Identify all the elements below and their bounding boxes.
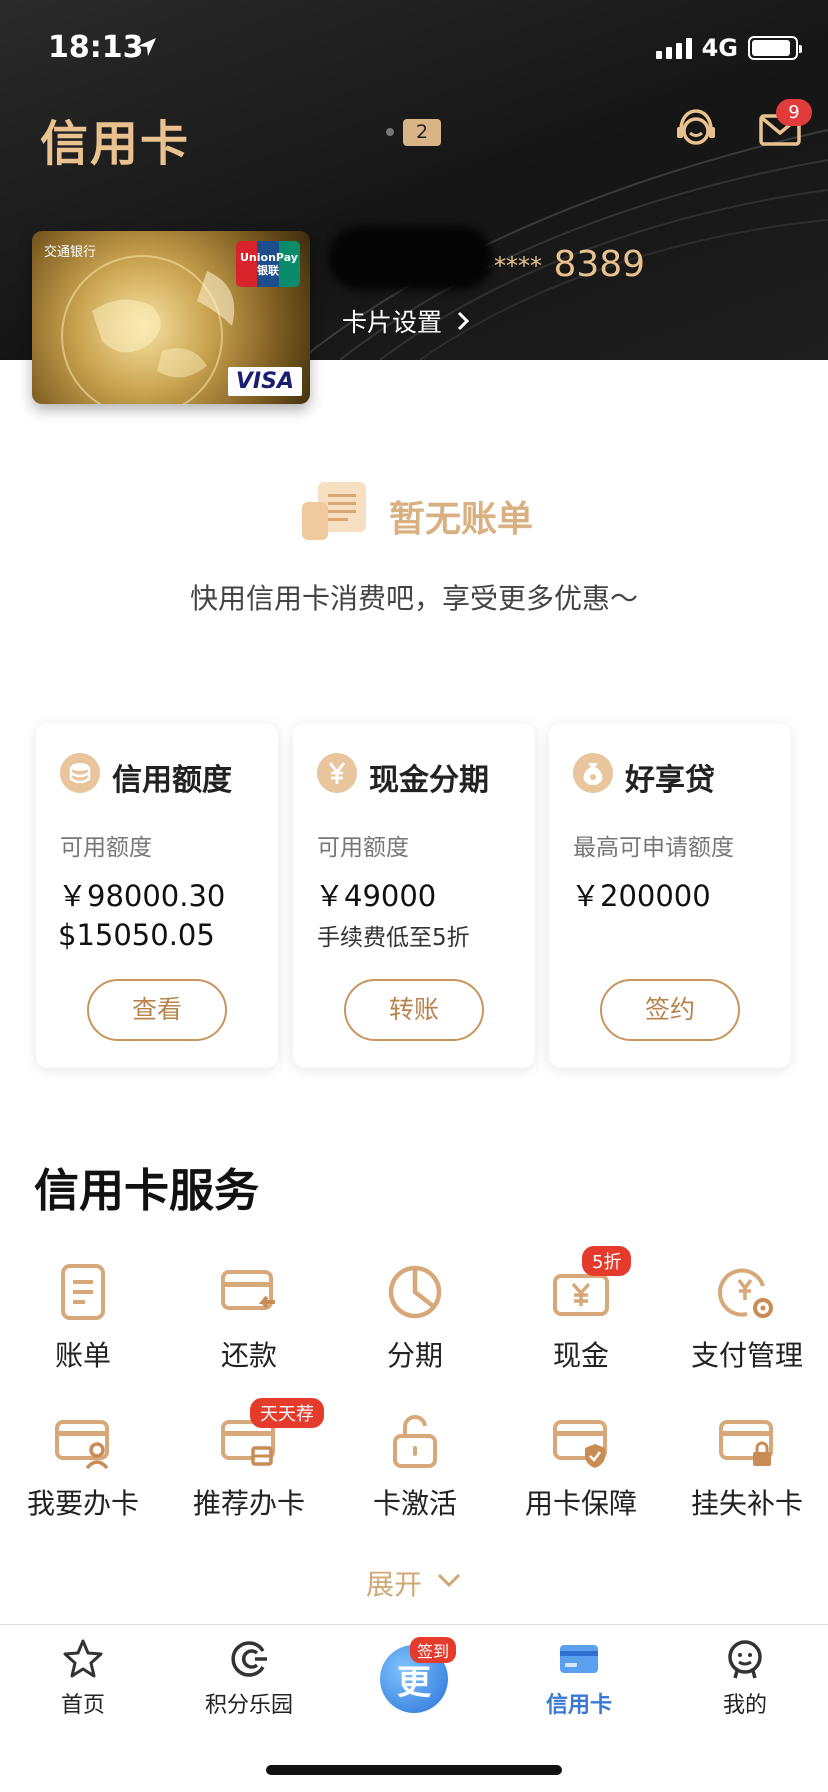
battery-icon [748,36,802,60]
service-repay[interactable]: 还款 [166,1262,332,1374]
service-label: 用卡保障 [524,1487,637,1520]
nav-label: 信用卡 [545,1693,612,1718]
page-dot[interactable] [386,128,394,136]
services-section-title: 信用卡服务 [34,1164,260,1217]
nav-points[interactable]: 积分乐园 [166,1637,332,1719]
service-label: 还款 [220,1339,277,1372]
repay-icon [221,1270,275,1310]
service-label: 我要办卡 [26,1487,139,1520]
available-limit-cny: ￥98000.30 [58,879,226,913]
credit-card-icon [560,1645,598,1673]
home-indicator [266,1765,562,1775]
service-activate-card[interactable]: 卡激活 [332,1414,498,1522]
credit-limit-card[interactable]: 信用额度 可用额度 ￥98000.30 $15050.05 查看 [36,723,278,1068]
card-page-indicator[interactable]: 2 [403,119,441,146]
payment-settings-icon [718,1268,773,1318]
bill-icon [61,1264,105,1320]
max-loan-amount: ￥200000 [571,879,711,913]
fee-note: 手续费低至5折 [317,925,470,951]
report-loss-icon [719,1420,773,1466]
available-limit-usd: $15050.05 [58,918,215,952]
points-icon [231,1641,267,1677]
card-settings-link[interactable]: 卡片设置 [342,303,442,339]
star-icon [63,1639,103,1678]
service-label: 账单 [54,1339,111,1372]
service-label: 分期 [386,1339,443,1372]
card-number-last4: 8389 [553,244,646,285]
product-title: 信用额度 [112,763,232,798]
coins-icon [60,753,100,793]
expand-services-button[interactable]: 展开 [366,1563,422,1603]
product-label: 可用额度 [317,835,409,861]
profile-icon [728,1640,762,1679]
available-installment-amount: ￥49000 [315,879,437,913]
visa-logo: VISA [227,367,302,396]
service-label: 现金 [552,1339,609,1372]
nav-label: 积分乐园 [204,1693,293,1718]
nav-label: 首页 [60,1693,105,1718]
service-label: 挂失补卡 [690,1487,803,1520]
mail-badge: 9 [776,99,812,126]
nav-home[interactable]: 首页 [0,1637,166,1719]
status-bar: 18:13 4G [0,0,828,100]
status-indicators: 4G [655,34,802,62]
network-type: 4G [701,34,738,62]
service-installment[interactable]: 分期 [332,1262,498,1374]
service-card-protection[interactable]: 用卡保障 [498,1414,664,1522]
customer-service-icon[interactable] [673,106,719,152]
card-number: **** 8389 [494,244,645,285]
discount-badge: 5折 [582,1246,632,1276]
product-title: 好享贷 [625,763,715,798]
installment-icon [388,1265,442,1319]
status-time: 18:13 [48,30,144,65]
product-title: 现金分期 [369,763,489,798]
unlock-icon [393,1415,437,1468]
money-bag-icon [573,753,613,793]
location-arrow-icon [138,38,156,56]
credit-card-image[interactable]: 交通银行 UnionPay 银联 VISA [32,231,310,404]
product-label: 可用额度 [60,835,152,861]
sign-button[interactable]: 签约 [600,979,740,1041]
card-bank-name: 交通银行 [44,245,97,260]
service-label: 推荐办卡 [192,1487,305,1520]
apply-card-icon [55,1420,109,1470]
daily-recommend-badge: 天天荐 [250,1398,324,1428]
unionpay-logo-text: UnionPay 银联 [240,251,298,277]
empty-bill-icon [302,482,366,540]
service-label: 支付管理 [690,1339,803,1372]
signal-icon [655,37,692,59]
sign-in-badge: 签到 [410,1637,457,1663]
product-label: 最高可申请额度 [573,835,734,861]
service-report-loss[interactable]: 挂失补卡 [664,1414,828,1522]
service-label: 卡激活 [372,1487,457,1520]
transfer-button[interactable]: 转账 [344,979,484,1041]
yuan-icon [317,753,357,793]
service-payment-settings[interactable]: 支付管理 [664,1262,828,1374]
nav-label: 我的 [722,1693,767,1718]
redacted-card-name [328,226,493,290]
view-button[interactable]: 查看 [87,979,227,1041]
service-apply-card[interactable]: 我要办卡 [0,1414,166,1522]
card-number-mask: **** [494,252,542,280]
chevron-down-icon[interactable] [436,1572,462,1588]
cash-installment-card[interactable]: 现金分期 可用额度 ￥49000 手续费低至5折 转账 [293,723,535,1068]
page-title: 信用卡 [40,116,191,172]
nav-profile[interactable]: 我的 [662,1637,828,1719]
chevron-right-icon[interactable] [456,310,470,332]
service-cash[interactable]: 现金 5折 [498,1246,664,1374]
empty-bill-subtitle: 快用信用卡消费吧，享受更多优惠～ [189,582,638,615]
service-bill[interactable]: 账单 [0,1262,166,1374]
loan-card[interactable]: 好享贷 最高可申请额度 ￥200000 签约 [549,723,791,1068]
empty-bill-title: 暂无账单 [389,499,534,540]
nav-credit-card[interactable]: 信用卡 [496,1637,662,1719]
card-protection-icon [553,1420,607,1468]
service-recommend-card[interactable]: 推荐办卡 天天荐 [166,1398,332,1522]
